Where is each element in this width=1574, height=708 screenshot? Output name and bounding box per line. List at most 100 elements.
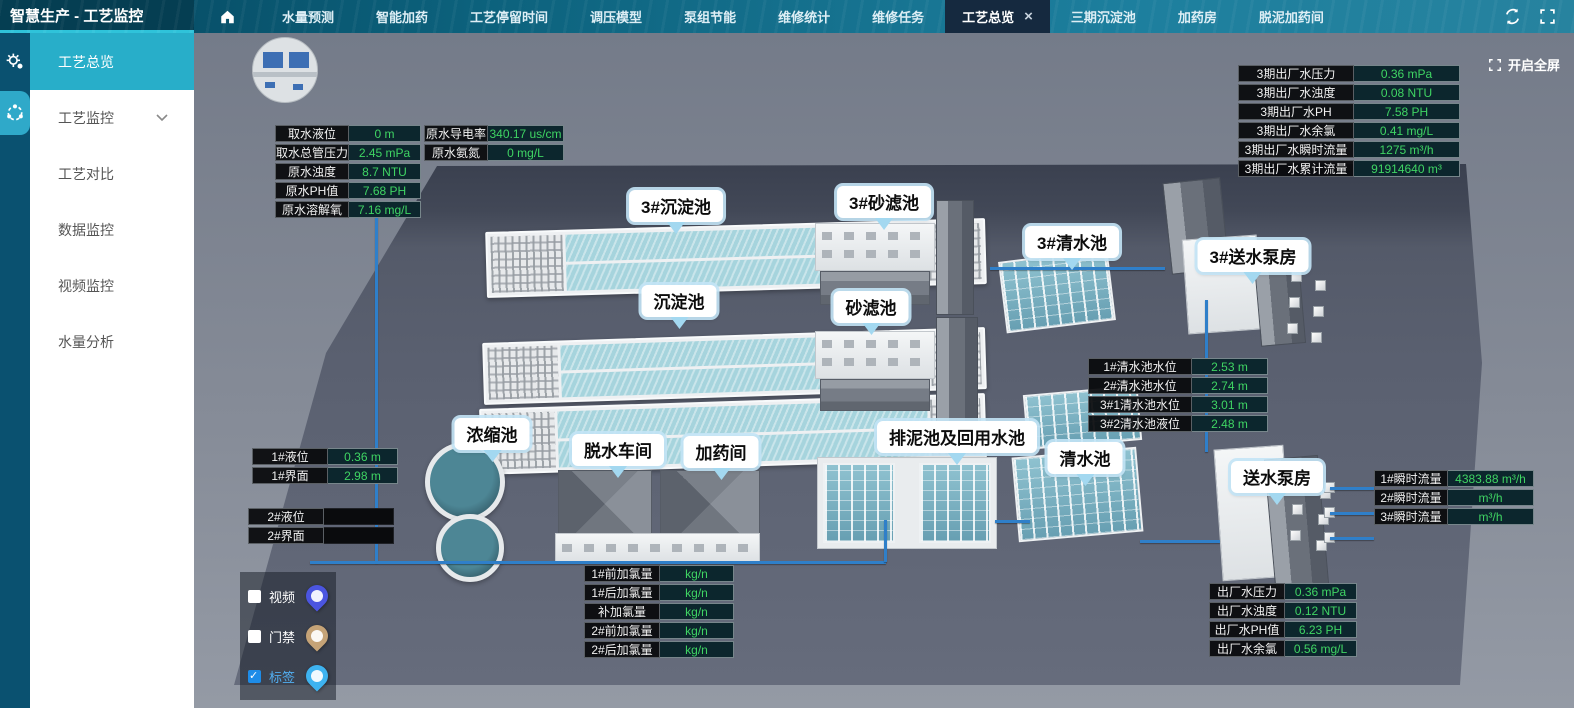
valve-cube xyxy=(1290,530,1301,541)
tab-smart-dosing[interactable]: 智能加药 xyxy=(355,0,449,33)
thickener-tank-2 xyxy=(436,514,504,582)
tag-checkbox[interactable] xyxy=(248,670,261,683)
sludge-pool-right xyxy=(919,463,991,543)
video-checkbox[interactable] xyxy=(248,590,261,603)
tab-pressure-model[interactable]: 调压模型 xyxy=(569,0,663,33)
sidebar-item-process-monitor[interactable]: 工艺监控 xyxy=(30,90,194,146)
refresh-icon[interactable] xyxy=(1504,8,1521,25)
data-row: 出厂水压力0.36 mPa xyxy=(1209,583,1357,600)
fullscreen-icon[interactable] xyxy=(1539,8,1556,25)
data-row: 出厂水PH值6.23 PH xyxy=(1209,621,1357,638)
plant-label-sedimentation[interactable]: 沉淀池 xyxy=(642,285,717,317)
tab-retention-time[interactable]: 工艺停留时间 xyxy=(449,0,569,33)
chevron-down-icon xyxy=(156,114,168,122)
door-checkbox[interactable] xyxy=(248,630,261,643)
tall-roof-building xyxy=(936,317,978,432)
sidebar-item-process-overview[interactable]: 工艺总览 xyxy=(30,33,194,90)
data-row: 3期出厂水PH7.58 PH xyxy=(1238,103,1460,120)
process-monitor-rail-item[interactable] xyxy=(0,91,30,135)
top-bar: 智慧生产 - 工艺监控 水量预测 智能加药 工艺停留时间 调压模型 泵组节能 维… xyxy=(0,0,1574,33)
data-row: 1#瞬时流量4383.88 m³/h xyxy=(1374,470,1534,487)
data-row: 出厂水余氯0.56 mg/L xyxy=(1209,640,1357,657)
data-row: 3期出厂水瞬时流量1275 m³/h xyxy=(1238,141,1460,158)
plant-label-dosing-room[interactable]: 加药间 xyxy=(684,436,759,468)
data-row: 原水氨氮0 mg/L xyxy=(424,144,564,161)
pipe xyxy=(310,561,886,564)
data-row: 2#后加氯量kg/n xyxy=(584,641,734,658)
valve-cube xyxy=(1287,323,1298,334)
data-row: 3期出厂水浊度0.08 NTU xyxy=(1238,84,1460,101)
data-row: 2#清水池水位2.74 m xyxy=(1088,377,1268,394)
tab-repair-stats[interactable]: 维修统计 xyxy=(757,0,851,33)
panel-thickener-2: 2#液位 2#界面 xyxy=(248,508,394,546)
data-row: 3期出厂水余氯0.41 mg/L xyxy=(1238,122,1460,139)
plant-label-sandfilter[interactable]: 砂滤池 xyxy=(834,291,909,323)
plant-label-dewatering[interactable]: 脱水车间 xyxy=(572,434,664,466)
sand-filter-roof-1 xyxy=(820,379,930,411)
panel-instant-flow: 1#瞬时流量4383.88 m³/h 2#瞬时流量m³/h 3#瞬时流量m³/h xyxy=(1374,470,1534,527)
plant-label-clearpool[interactable]: 清水池 xyxy=(1048,442,1123,474)
sidebar: 工艺总览 工艺监控 工艺对比 数据监控 视频监控 水量分析 xyxy=(30,33,194,708)
layer-toggle-video[interactable]: 视频 xyxy=(248,576,328,616)
valve-cube xyxy=(1313,306,1324,317)
tab-phase3-sedimentation[interactable]: 三期沉淀池 xyxy=(1050,0,1157,33)
plant-label-sedimentation-3[interactable]: 3#沉淀池 xyxy=(629,190,723,222)
tab-process-overview[interactable]: 工艺总览 × xyxy=(945,0,1050,33)
panel-outlet: 出厂水压力0.36 mPa 出厂水浊度0.12 NTU 出厂水PH值6.23 P… xyxy=(1209,583,1357,659)
data-row: 2#界面 xyxy=(248,527,394,544)
data-row: 原水导电率340.17 us/cm xyxy=(424,125,564,142)
top-nav: 水量预测 智能加药 工艺停留时间 调压模型 泵组节能 维修统计 维修任务 工艺总… xyxy=(194,0,1504,33)
tank-grid-zone xyxy=(490,235,564,293)
sidebar-item-water-analysis[interactable]: 水量分析 xyxy=(30,314,194,370)
pipe xyxy=(1330,512,1374,515)
tab-repair-tasks[interactable]: 维修任务 xyxy=(851,0,945,33)
valve-cube xyxy=(1311,332,1322,343)
data-row: 取水液位0 m xyxy=(275,125,421,142)
home-tab[interactable] xyxy=(194,0,261,33)
icon-rail xyxy=(0,33,30,708)
valve-cube xyxy=(1291,271,1302,282)
sidebar-item-label: 工艺监控 xyxy=(58,108,114,128)
plant-label-sludge-reuse[interactable]: 排泥池及回用水池 xyxy=(877,421,1037,453)
sidebar-item-process-compare[interactable]: 工艺对比 xyxy=(30,146,194,202)
panel-intake: 取水液位0 m 取水总管压力2.45 mPa 原水浊度8.7 NTU 原水PH值… xyxy=(275,125,421,220)
pipe xyxy=(995,520,1030,523)
open-fullscreen-button[interactable]: 开启全屏 xyxy=(1488,55,1560,74)
sidebar-item-video-monitor[interactable]: 视频监控 xyxy=(30,258,194,314)
home-icon xyxy=(220,10,235,24)
sidebar-item-data-monitor[interactable]: 数据监控 xyxy=(30,202,194,258)
data-row: 3#2清水池液位2.48 m xyxy=(1088,415,1268,432)
tab-label: 工艺总览 xyxy=(962,7,1014,26)
dosing-roof xyxy=(660,470,760,538)
plant-label-clearpool-3[interactable]: 3#清水池 xyxy=(1025,226,1119,258)
data-row: 补加氯量kg/n xyxy=(584,603,734,620)
data-row: 3期出厂水累计流量91914640 m³ xyxy=(1238,160,1460,177)
close-icon[interactable]: × xyxy=(1024,9,1033,24)
panel-phase3-outlet: 3期出厂水压力0.36 mPa 3期出厂水浊度0.08 NTU 3期出厂水PH7… xyxy=(1238,65,1460,179)
video-pin-icon xyxy=(301,580,332,611)
data-row: 2#前加氯量kg/n xyxy=(584,622,734,639)
app-title: 智慧生产 - 工艺监控 xyxy=(0,0,194,33)
topbar-actions xyxy=(1504,0,1574,33)
tall-roof-building xyxy=(936,200,974,315)
layer-toggle-tag[interactable]: 标签 xyxy=(248,656,328,696)
plant-label-thickener[interactable]: 浓缩池 xyxy=(455,418,530,450)
plant-label-sandfilter-3[interactable]: 3#砂滤池 xyxy=(837,186,931,218)
tab-pump-saving[interactable]: 泵组节能 xyxy=(663,0,757,33)
plant-label-pumphouse-3[interactable]: 3#送水泵房 xyxy=(1198,240,1309,272)
data-row: 1#前加氯量kg/n xyxy=(584,565,734,582)
data-row: 1#清水池水位2.53 m xyxy=(1088,358,1268,375)
production-icon[interactable] xyxy=(0,47,30,77)
tab-dosing-room[interactable]: 加药房 xyxy=(1157,0,1238,33)
tab-water-forecast[interactable]: 水量预测 xyxy=(261,0,355,33)
dewater-roof xyxy=(558,470,652,538)
pipe xyxy=(1330,487,1374,490)
panel-clear-pool-levels: 1#清水池水位2.53 m 2#清水池水位2.74 m 3#1清水池水位3.01… xyxy=(1088,358,1268,434)
valve-cube xyxy=(1315,280,1326,291)
data-row: 1#液位0.36 m xyxy=(252,448,398,465)
tab-sludge-dosing-room[interactable]: 脱泥加药间 xyxy=(1238,0,1345,33)
layer-toggle-door[interactable]: 门禁 xyxy=(248,616,328,656)
data-row: 取水总管压力2.45 mPa xyxy=(275,144,421,161)
plant-label-pumphouse[interactable]: 送水泵房 xyxy=(1231,461,1323,493)
data-row: 3#瞬时流量m³/h xyxy=(1374,508,1534,525)
